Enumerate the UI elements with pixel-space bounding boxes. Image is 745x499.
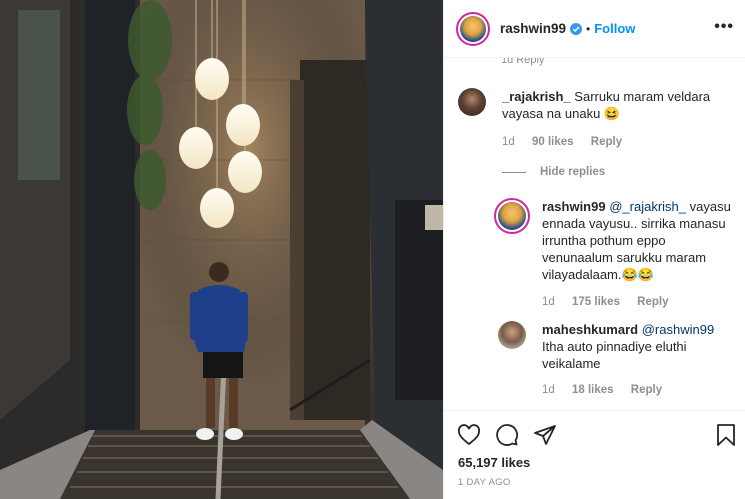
reply-meta: 1d 175 likes Reply [542, 296, 683, 308]
reply-time[interactable]: 1d [542, 296, 555, 308]
reply-mention[interactable]: @rashwin99 [642, 322, 714, 337]
follow-button[interactable]: Follow [594, 21, 635, 36]
author-avatar[interactable] [456, 11, 490, 46]
comment-time[interactable]: 1d [502, 136, 515, 148]
verified-icon [570, 22, 583, 35]
more-icon[interactable]: ••• [714, 19, 734, 35]
staircase-photo [0, 0, 443, 499]
comment-meta: 1d 90 likes Reply [502, 136, 636, 148]
comment-icon[interactable] [495, 423, 519, 447]
reply-username[interactable]: maheshkumard [542, 322, 638, 337]
reply-username[interactable]: rashwin99 [542, 199, 606, 214]
comments-list[interactable]: 1d Reply _rajakrish_ Sarruku maram velda… [444, 58, 745, 410]
save-button[interactable] [714, 423, 738, 447]
comment-reply-button[interactable]: Reply [591, 136, 622, 148]
commenter-avatar[interactable] [458, 88, 486, 116]
action-icons [457, 423, 557, 447]
separator-dot: • [586, 21, 591, 36]
reply-text: Itha auto pinnadiye eluthi veikalame [542, 339, 687, 371]
reply-text-block: maheshkumard @rashwin99 Itha auto pinnad… [542, 321, 738, 372]
reply-meta: 1d 18 likes Reply [542, 384, 676, 396]
reply-reply-button[interactable]: Reply [637, 296, 668, 308]
reply-text-block: rashwin99 @_rajakrish_ vayasu ennada vay… [542, 198, 736, 283]
reply-avatar[interactable] [498, 321, 526, 349]
reply-likes[interactable]: 175 likes [572, 296, 620, 308]
hide-replies-button[interactable]: Hide replies [502, 166, 605, 178]
heart-icon[interactable] [457, 423, 481, 447]
post-photo [0, 0, 443, 499]
reply-mention[interactable]: @_rajakrish_ [609, 199, 686, 214]
post-likes-count[interactable]: 65,197 likes [458, 455, 530, 470]
post-actions: 65,197 likes 1 DAY AGO [444, 410, 745, 499]
comment-username[interactable]: _rajakrish_ [502, 89, 571, 104]
hide-replies-label: Hide replies [540, 166, 606, 178]
comment-likes[interactable]: 90 likes [532, 136, 574, 148]
reply-likes[interactable]: 18 likes [572, 384, 614, 396]
post-header: rashwin99 • Follow ••• [444, 0, 745, 58]
bookmark-icon[interactable] [714, 423, 738, 447]
reply-reply-button[interactable]: Reply [631, 384, 662, 396]
reply-avatar[interactable] [494, 198, 530, 234]
hide-replies-line [502, 171, 526, 173]
share-icon[interactable] [533, 423, 557, 447]
comment-text-block: _rajakrish_ Sarruku maram veldara vayasa… [502, 88, 732, 122]
post-timestamp: 1 DAY AGO [458, 477, 511, 488]
author-username[interactable]: rashwin99 [500, 21, 566, 36]
partial-comment-meta: 1d Reply [501, 58, 545, 66]
post-sidebar: rashwin99 • Follow ••• 1d Reply _rajakri… [443, 0, 745, 499]
reply-time[interactable]: 1d [542, 384, 555, 396]
